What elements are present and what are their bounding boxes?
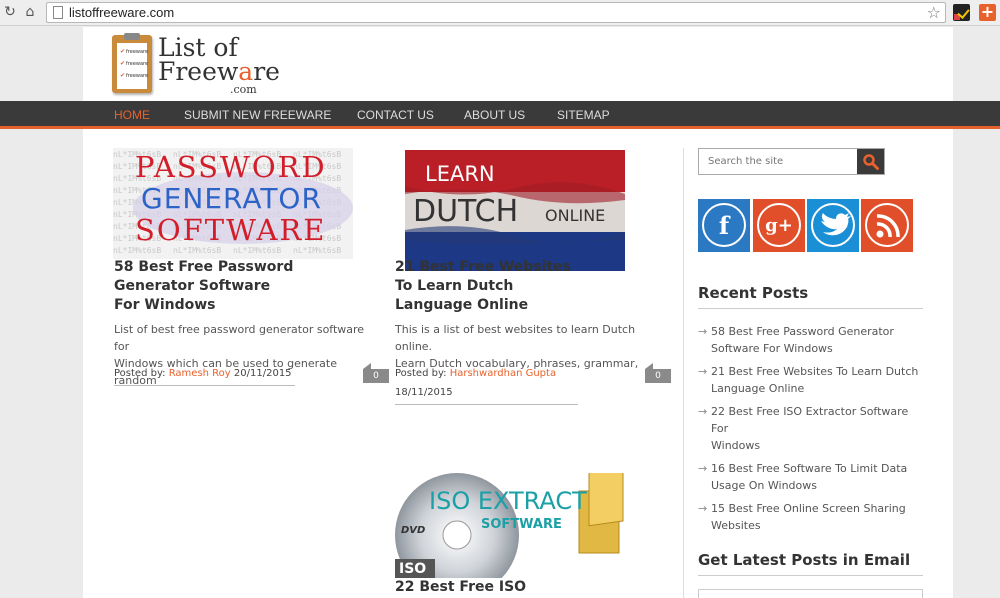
page: freeware freeware freeware List of Freew… <box>0 27 1000 598</box>
nav-home[interactable]: HOME <box>114 108 150 122</box>
email-input[interactable] <box>698 589 923 598</box>
post-meta: Posted by: Ramesh Roy 20/11/2015 <box>114 364 295 386</box>
site-logo[interactable]: freeware freeware freeware List of Freew… <box>110 31 280 101</box>
search-icon <box>863 154 879 170</box>
home-icon[interactable]: ⌂ <box>22 4 38 20</box>
clipboard-icon: freeware freeware freeware <box>112 33 152 93</box>
email-subscribe-heading: Get Latest Posts in Email <box>698 551 911 569</box>
heading-underline <box>698 308 923 309</box>
thumb-line-generator: GENERATOR <box>141 182 322 215</box>
recent-post-link[interactable]: → 58 Best Free Password Generator Software… <box>698 323 923 357</box>
thumb-line-dvd: DVD <box>401 525 426 536</box>
twitter-icon[interactable] <box>807 199 859 252</box>
search-button[interactable] <box>857 149 884 174</box>
thumb-line-iso-extract: ISO EXTRACT <box>429 487 587 515</box>
thumb-line-online: ONLINE <box>545 206 606 225</box>
post-title[interactable]: 58 Best Free Password Generator Software… <box>114 258 354 315</box>
clip-item: freeware <box>120 71 148 81</box>
facebook-icon[interactable]: f <box>698 199 750 252</box>
thumb-line-software: SOFTWARE <box>481 517 562 532</box>
recent-post-link[interactable]: → 21 Best Free Websites To Learn Dutch Lan… <box>698 363 923 397</box>
post-meta: Posted by: Harshwardhan Gupta 18/11/2015 <box>395 364 578 405</box>
main-nav: HOME SUBMIT NEW FREEWARE CONTACT US ABOU… <box>0 101 1000 129</box>
url-text[interactable]: listoffreeware.com <box>69 5 174 20</box>
post-thumbnail-dutch[interactable]: LEARN DUTCH ONLINE <box>405 150 625 271</box>
clip-item: freeware <box>120 59 148 69</box>
post-thumbnail-password[interactable]: nL*IM%t6sB PASSWORD GENERATOR SOFTWARE <box>113 148 353 259</box>
recent-posts-heading: Recent Posts <box>698 284 809 302</box>
page-icon <box>53 6 63 19</box>
logo-text-line2: Freeware <box>158 57 280 86</box>
search-input[interactable] <box>699 149 859 174</box>
search-box <box>698 148 885 175</box>
logo-text-line3: .com <box>230 83 257 96</box>
nav-about-us[interactable]: ABOUT US <box>464 108 525 122</box>
address-bar[interactable]: listoffreeware.com ☆ <box>46 2 946 23</box>
thumb-line-iso: ISO <box>399 561 427 577</box>
google-plus-icon[interactable]: g+ <box>753 199 805 252</box>
author-link[interactable]: Ramesh Roy <box>169 368 231 379</box>
content-divider <box>683 148 684 598</box>
nav-submit-freeware[interactable]: SUBMIT NEW FREEWARE <box>184 108 331 122</box>
comment-count-badge[interactable]: 0 <box>363 363 389 383</box>
nav-contact-us[interactable]: CONTACT US <box>357 108 434 122</box>
heading-underline <box>698 575 923 576</box>
extension-plus-icon[interactable]: + <box>979 4 996 21</box>
thumb-line-dutch: DUTCH <box>413 194 519 229</box>
post-thumbnail-iso[interactable]: ISO EXTRACT SOFTWARE DVD ISO <box>395 473 635 578</box>
thumb-line-learn: LEARN <box>425 162 495 186</box>
thumb-line-password: PASSWORD <box>135 150 327 184</box>
post-title[interactable]: 22 Best Free ISO <box>395 578 635 597</box>
thumb-line-software: SOFTWARE <box>135 213 327 247</box>
reload-icon[interactable]: ↻ <box>2 4 18 20</box>
extension-checkmark-icon[interactable] <box>953 4 970 21</box>
recent-posts-list: → 58 Best Free Password Generator Software… <box>698 323 923 540</box>
author-link[interactable]: Harshwardhan Gupta <box>450 368 556 379</box>
recent-post-link[interactable]: → 16 Best Free Software To Limit Data Usag… <box>698 460 923 494</box>
comment-count-badge[interactable]: 0 <box>645 363 671 383</box>
recent-post-link[interactable]: → 22 Best Free ISO Extractor Software For… <box>698 403 923 454</box>
post-title[interactable]: 21 Best Free Websites To Learn Dutch Lan… <box>395 258 635 315</box>
rss-icon[interactable] <box>861 199 913 252</box>
nav-sitemap[interactable]: SITEMAP <box>557 108 610 122</box>
bookmark-star-icon[interactable]: ☆ <box>927 3 941 22</box>
browser-toolbar: ↻ ⌂ listoffreeware.com ☆ + <box>0 0 1000 26</box>
clip-item: freeware <box>120 47 148 57</box>
recent-post-link[interactable]: → 15 Best Free Online Screen Sharing Websi… <box>698 500 923 534</box>
